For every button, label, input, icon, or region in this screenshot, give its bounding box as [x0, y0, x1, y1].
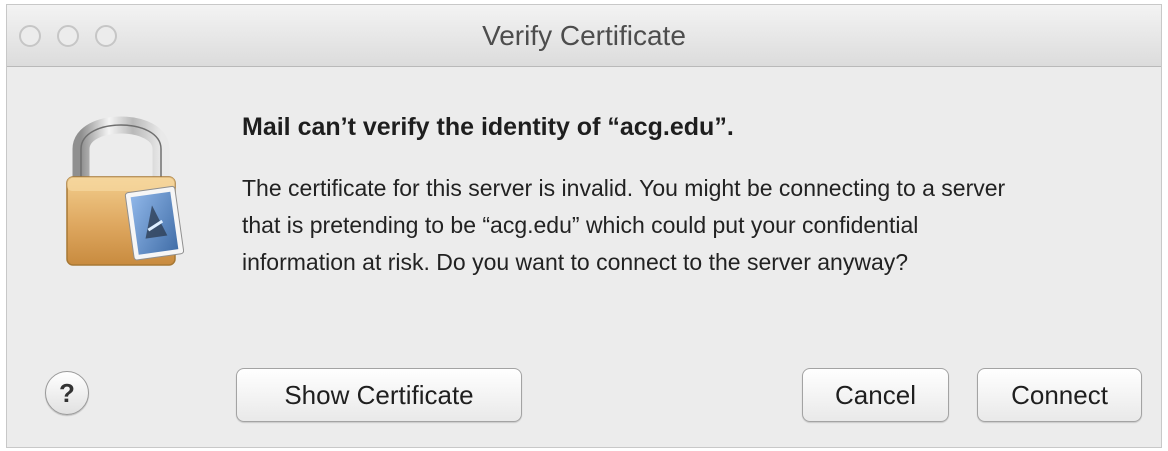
show-certificate-button[interactable]: Show Certificate	[236, 368, 522, 422]
cancel-button[interactable]: Cancel	[802, 368, 949, 422]
help-button[interactable]: ?	[45, 371, 89, 415]
window-title: Verify Certificate	[482, 20, 686, 51]
title-bar: Verify Certificate	[7, 5, 1161, 67]
message-line: The certificate for this server is inval…	[242, 175, 1006, 201]
dialog-message: The certificate for this server is inval…	[242, 170, 1142, 281]
message-line: information at risk. Do you want to conn…	[242, 249, 909, 275]
dialog-heading: Mail can’t verify the identity of “acg.e…	[242, 113, 734, 141]
mail-stamp-icon	[124, 185, 184, 261]
verify-certificate-dialog: Verify Certificate Mail can’t verify the…	[6, 4, 1162, 448]
connect-button[interactable]: Connect	[977, 368, 1142, 422]
padlock-icon	[66, 116, 184, 266]
message-line: that is pretending to be “acg.edu” which…	[242, 212, 919, 238]
